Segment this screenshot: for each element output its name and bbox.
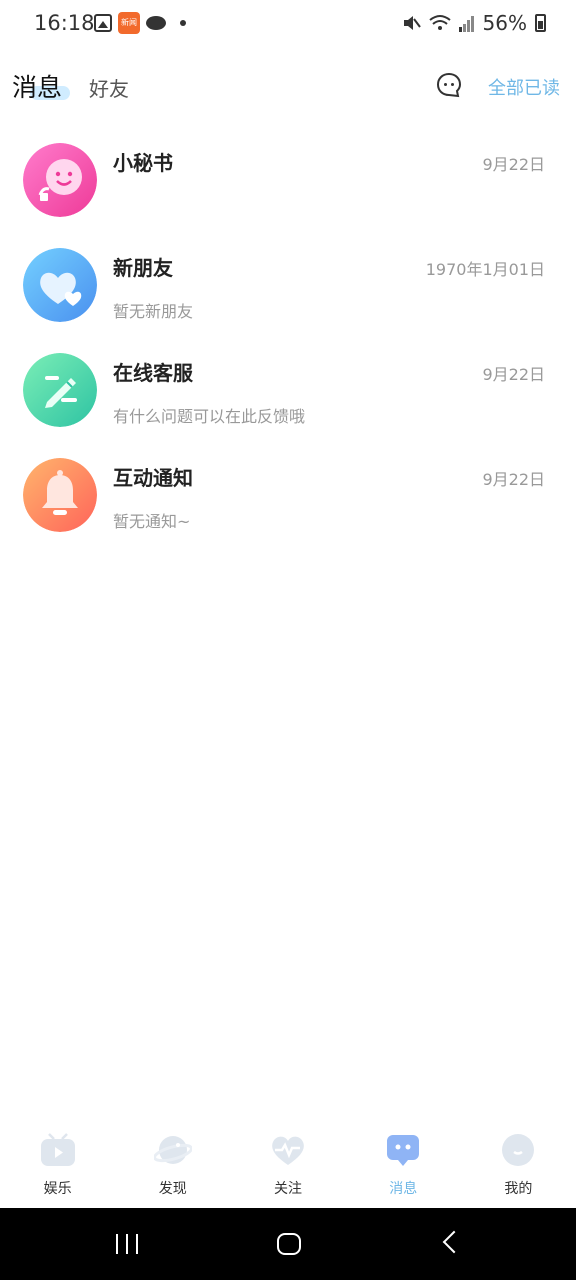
battery-icon	[535, 14, 546, 32]
app-notification-icon	[146, 16, 166, 30]
system-status: 56%	[401, 11, 546, 35]
system-navigation-bar	[0, 1208, 576, 1280]
item-title: 新朋友	[113, 256, 173, 280]
signal-icon	[458, 16, 474, 32]
item-date: 9月22日	[482, 155, 545, 174]
chat-bubble-icon	[387, 1135, 420, 1166]
planet-icon	[152, 1136, 193, 1164]
message-list: 小秘书 9月22日 新朋友 暂无新朋友 1970年1月01日 在线客服 有什么问…	[0, 125, 576, 545]
back-button[interactable]	[442, 1230, 466, 1254]
bottom-navigation: 娱乐 发现 关注 消息 我的	[0, 1125, 576, 1205]
gallery-icon	[94, 14, 112, 32]
message-header: 消息 好友 全部已读	[0, 60, 576, 110]
edit-icon	[23, 353, 97, 427]
status-bar: 16:18 新闻 56%	[0, 0, 576, 48]
list-item-customer-service[interactable]: 在线客服 有什么问题可以在此反馈哦 9月22日	[0, 335, 576, 440]
item-title: 在线客服	[113, 361, 193, 385]
chat-bubble-icon[interactable]	[436, 72, 462, 98]
list-item-new-friends[interactable]: 新朋友 暂无新朋友 1970年1月01日	[0, 230, 576, 335]
news-app-icon: 新闻	[118, 12, 140, 34]
nav-messages[interactable]: 消息	[346, 1125, 461, 1205]
item-subtitle: 有什么问题可以在此反馈哦	[113, 407, 306, 426]
nav-discover[interactable]: 发现	[115, 1125, 230, 1205]
nav-label: 发现	[158, 1181, 187, 1197]
tv-play-icon	[40, 1133, 75, 1166]
bell-icon	[23, 458, 97, 532]
item-subtitle: 暂无新朋友	[113, 302, 194, 321]
nav-entertainment[interactable]: 娱乐	[0, 1125, 115, 1205]
tab-friends[interactable]: 好友	[89, 73, 129, 102]
heart-icon	[23, 248, 97, 322]
notification-icons: 新闻	[94, 12, 186, 34]
item-date: 9月22日	[482, 365, 545, 384]
heartbeat-icon	[272, 1136, 304, 1165]
nav-label: 关注	[274, 1181, 302, 1197]
nav-follow[interactable]: 关注	[230, 1125, 345, 1205]
recent-apps-button[interactable]	[116, 1234, 138, 1254]
profile-face-icon	[502, 1134, 535, 1166]
smile-face-icon	[23, 143, 97, 217]
item-title: 小秘书	[113, 151, 173, 175]
recent-apps-icon	[116, 1234, 118, 1254]
nav-label: 消息	[389, 1181, 418, 1197]
mark-all-read-button[interactable]: 全部已读	[488, 74, 560, 100]
status-time: 16:18	[34, 11, 95, 35]
mute-icon	[403, 16, 421, 30]
nav-label: 我的	[504, 1181, 533, 1197]
list-item-secretary[interactable]: 小秘书 9月22日	[0, 125, 576, 230]
list-item-interaction-notice[interactable]: 互动通知 暂无通知~ 9月22日	[0, 440, 576, 545]
nav-label: 娱乐	[43, 1181, 72, 1197]
tab-messages[interactable]: 消息	[12, 68, 71, 104]
item-subtitle: 暂无通知~	[113, 512, 191, 531]
more-notifications-dot	[180, 20, 186, 26]
item-date: 9月22日	[482, 470, 545, 489]
wifi-icon	[428, 15, 451, 30]
item-title: 互动通知	[113, 466, 193, 490]
battery-percent: 56%	[482, 11, 527, 35]
nav-profile[interactable]: 我的	[461, 1125, 576, 1205]
home-button[interactable]	[277, 1233, 301, 1255]
item-date: 1970年1月01日	[425, 260, 545, 279]
